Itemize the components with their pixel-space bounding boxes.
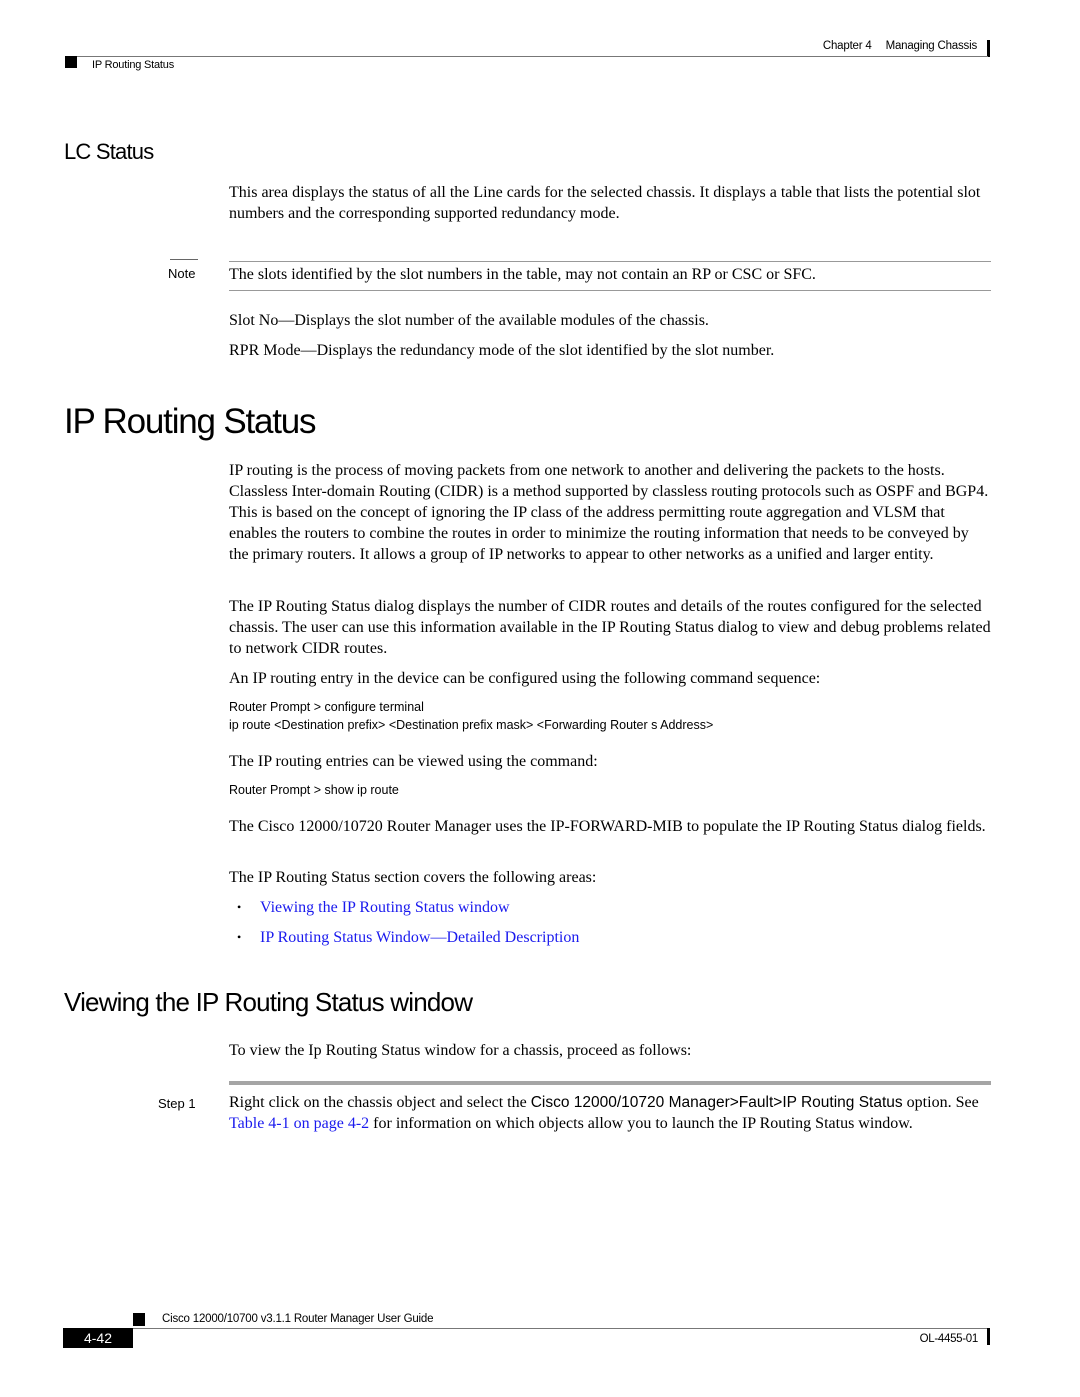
step-text-c: for information on which objects allow y… [369,1115,913,1132]
step-text-b: option. See [902,1094,979,1111]
chapter-title: Managing Chassis [885,40,978,52]
step-text-a: Right click on the chassis object and se… [229,1094,531,1111]
field-slot-no: Slot No—Displays the slot number of the … [229,312,709,329]
ip-routing-para-4: The IP routing entries can be viewed usi… [229,753,598,770]
step-label: Step 1 [158,1096,196,1111]
link-table-4-1[interactable]: Table 4-1 on page 4-2 [229,1115,369,1132]
bullet-icon: • [237,930,242,944]
note-rule-bottom [229,290,991,291]
ip-routing-para-5: The Cisco 12000/10720 Router Manager use… [229,818,986,835]
ip-routing-para-2: The IP Routing Status dialog displays th… [229,598,991,657]
header-rule [65,56,988,57]
ip-routing-para-6: The IP Routing Status section covers the… [229,869,597,886]
viewing-heading: Viewing the IP Routing Status window [64,987,473,1017]
lc-status-intro: This area displays the status of all the… [229,184,981,222]
ip-routing-para-1: IP routing is the process of moving pack… [229,462,989,563]
step-1-text: Right click on the chassis object and se… [229,1092,1009,1134]
ip-routing-status-heading: IP Routing Status [64,402,317,441]
link-viewing-ip-routing-status-window[interactable]: Viewing the IP Routing Status window [260,897,510,918]
command-configure-terminal: Router Prompt > configure terminal [229,700,424,714]
note-marker-rule [170,259,198,260]
ip-routing-para-3: An IP routing entry in the device can be… [229,670,821,687]
command-show-ip-route: Router Prompt > show ip route [229,783,399,797]
footer-square-marker [133,1313,145,1326]
bullet-icon: • [237,900,242,914]
document-number: OL-4455-01 [919,1333,979,1345]
header-bar-marker [987,40,990,57]
note-label: Note [168,266,196,281]
command-ip-route: ip route <Destination prefix> <Destinati… [229,718,714,732]
running-header-chapter: Chapter 4 Managing Chassis [823,40,977,52]
link-ip-routing-status-detailed-description[interactable]: IP Routing Status Window—Detailed Descri… [260,927,579,948]
footer-bar-marker [987,1328,990,1345]
lc-status-heading: LC Status [64,139,154,164]
chapter-label: Chapter 4 [822,40,872,52]
header-square-marker [65,56,77,68]
procedure-rule [229,1081,991,1085]
footer-rule [133,1328,988,1329]
note-text: The slots identified by the slot numbers… [229,266,816,283]
menu-path: Cisco 12000/10720 Manager>Fault>IP Routi… [530,1094,903,1111]
page-number: 4-42 [63,1328,133,1348]
running-header-section: IP Routing Status [92,59,175,71]
viewing-intro: To view the Ip Routing Status window for… [229,1042,692,1059]
note-rule-top [229,261,991,262]
field-rpr-mode: RPR Mode—Displays the redundancy mode of… [229,342,775,359]
footer-guide-title: Cisco 12000/10700 v3.1.1 Router Manager … [162,1313,434,1325]
